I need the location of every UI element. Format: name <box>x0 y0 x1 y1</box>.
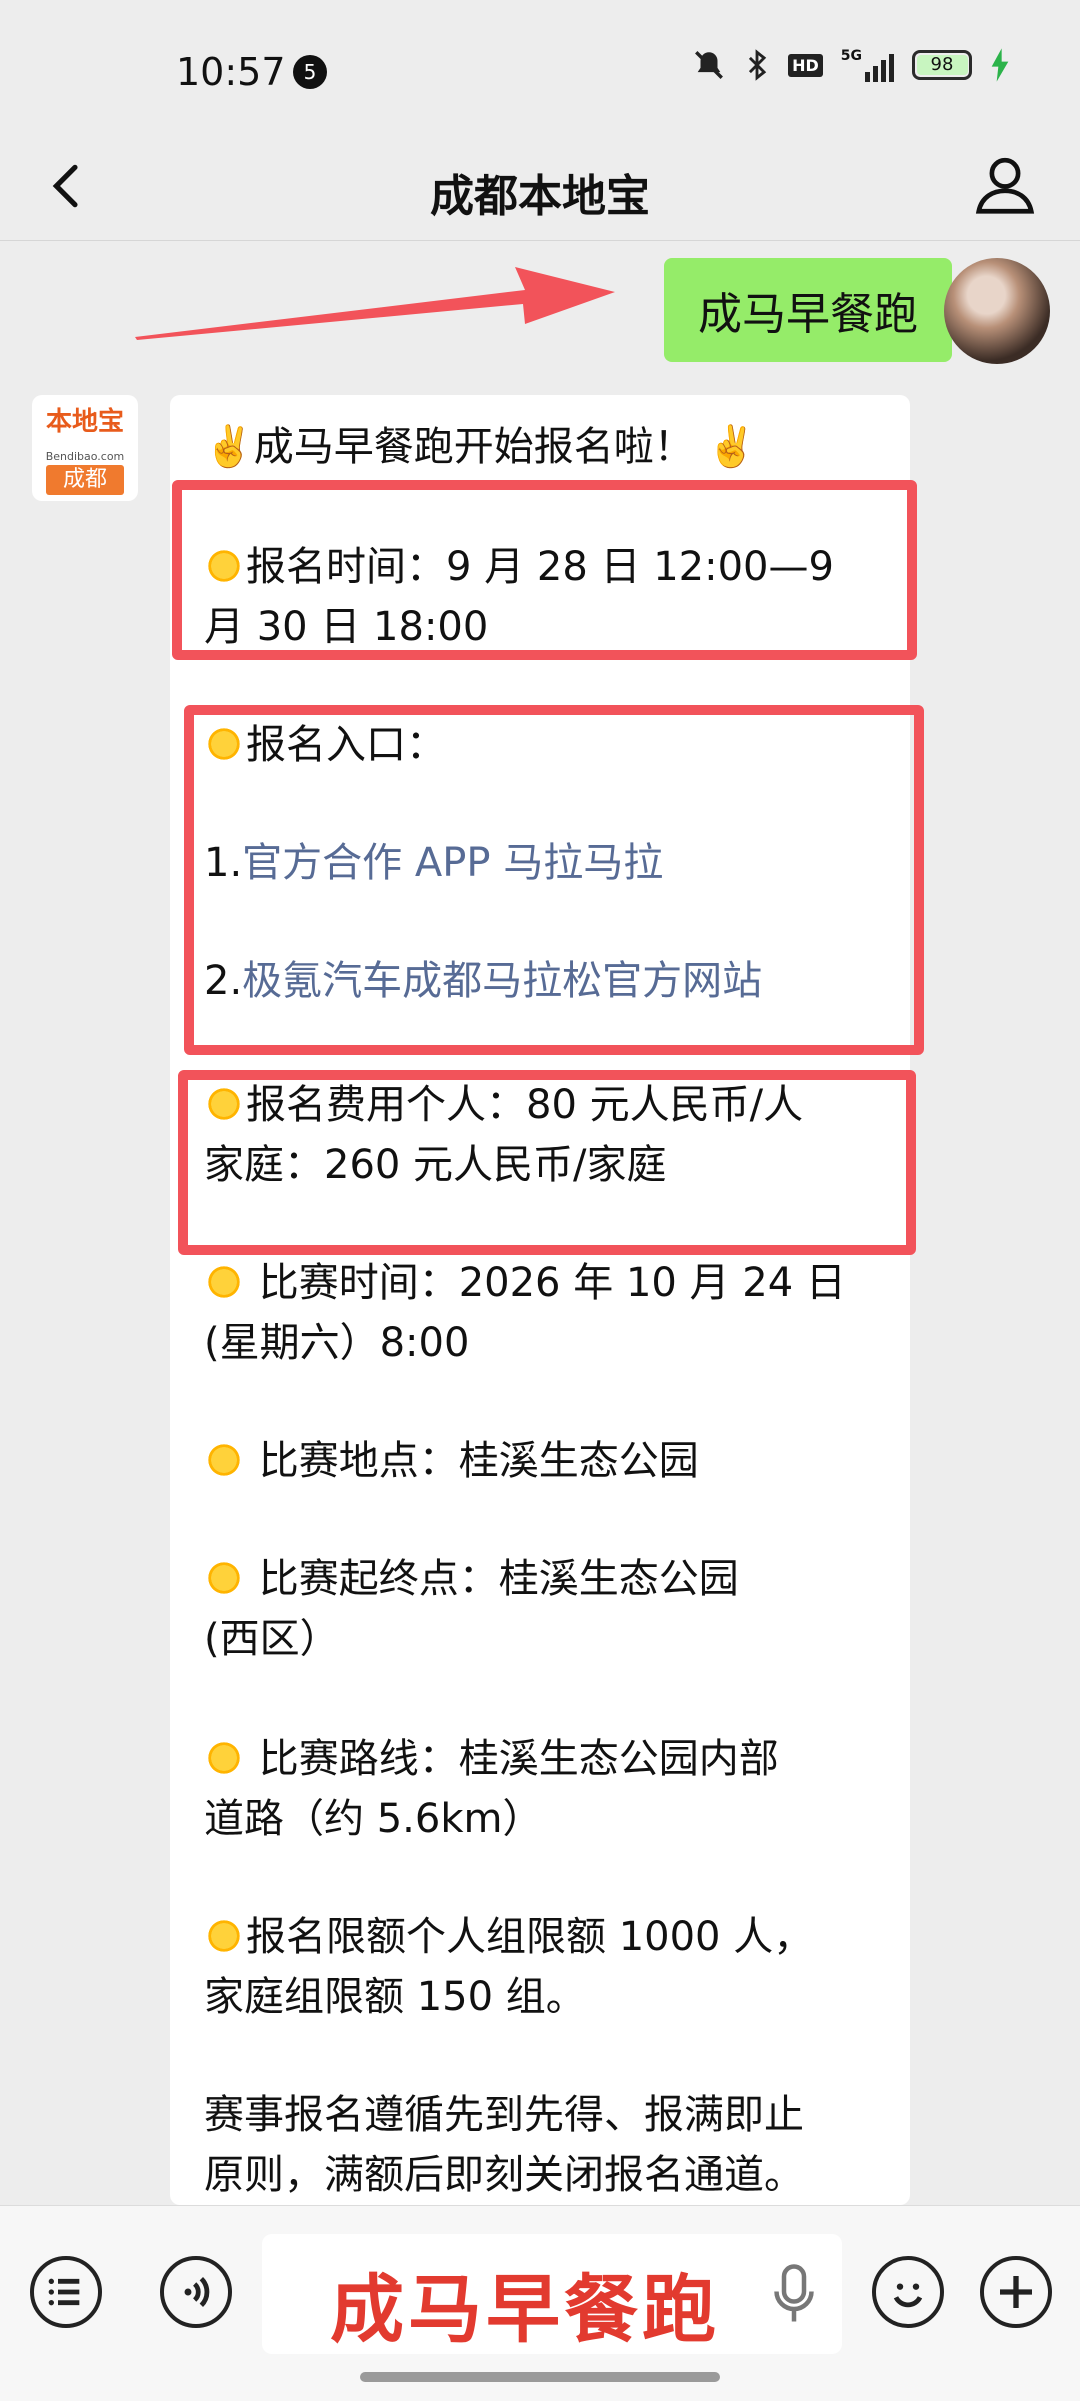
msg-route: 比赛路线：桂溪生态公园内部 <box>204 1729 894 1789</box>
msg-race-time-2: (星期六）8:00 <box>204 1320 470 1366</box>
msg-quota: 报名限额个人组限额 1000 人， <box>204 1907 894 1967</box>
quota-line-1: 报名限额个人组限额 1000 人， <box>246 1914 814 1960</box>
menu-button[interactable] <box>30 2256 102 2328</box>
msg-quota-2: 家庭组限额 150 组。 <box>204 1974 586 2020</box>
voice-wave-icon <box>184 2276 210 2308</box>
msg-race-time: 比赛时间：2026 年 10 月 24 日 <box>204 1253 894 1313</box>
charging-icon <box>991 48 1009 82</box>
msg-start-end-2: (西区） <box>204 1616 340 1662</box>
chat-title: 成都本地宝 <box>430 171 650 222</box>
input-overlay-text: 成马早餐跑 <box>330 2267 720 2353</box>
signal-icon: 5G <box>841 48 894 82</box>
highlight-box-reg-time <box>172 480 917 660</box>
chat-header: 成都本地宝 <box>0 130 1080 241</box>
status-bar: 10:57 5 HD 5G 98 <box>0 0 1080 130</box>
msg-rule-2: 原则，满额后即刻关闭报名通道。 <box>204 2152 804 2198</box>
message-input[interactable]: 成马早餐跑 <box>262 2234 842 2354</box>
status-icons: HD 5G 98 <box>692 48 1010 82</box>
bot-avatar-logo: 本地宝 <box>45 407 124 437</box>
start-end-line-1: 比赛起终点：桂溪生态公园 <box>246 1556 739 1602</box>
plus-icon <box>1000 2276 1032 2308</box>
plus-button[interactable] <box>980 2256 1052 2328</box>
user-message-bubble[interactable]: 成马早餐跑 <box>664 258 968 362</box>
smiley-icon <box>893 2283 923 2308</box>
race-time-line-1: 比赛时间：2026 年 10 月 24 日 <box>246 1260 846 1306</box>
bot-message-bubble[interactable]: ✌️成马早餐跑开始报名啦！ ✌️ 报名时间：9 月 28 日 12:00—9 月… <box>170 395 910 2205</box>
sun-icon <box>204 1558 244 1598</box>
emoji-button[interactable] <box>872 2256 944 2328</box>
highlight-box-fee <box>178 1070 916 1255</box>
route-line-1: 比赛路线：桂溪生态公园内部 <box>246 1736 779 1782</box>
network-label: 5G <box>840 48 862 64</box>
sun-icon <box>204 1738 244 1778</box>
msg-title: ✌️成马早餐跑开始报名啦！ ✌️ <box>204 424 757 470</box>
hd-badge: HD <box>788 53 823 77</box>
bot-avatar-site: Bendibao.com <box>45 450 125 463</box>
sun-icon <box>204 1262 244 1302</box>
highlight-box-entry <box>184 705 924 1055</box>
home-indicator[interactable] <box>360 2372 720 2382</box>
user-avatar[interactable] <box>944 258 1050 364</box>
bot-avatar-city: 成都 <box>46 465 124 495</box>
annotation-arrow <box>135 267 615 340</box>
battery-level: 98 <box>930 54 954 75</box>
user-message-text: 成马早餐跑 <box>698 289 918 340</box>
microphone-icon[interactable] <box>774 2264 814 2324</box>
sun-icon <box>204 1440 244 1480</box>
battery-indicator: 98 <box>912 50 972 80</box>
bluetooth-icon <box>749 49 767 81</box>
msg-start-end: 比赛起终点：桂溪生态公园 <box>204 1549 894 1609</box>
msg-venue: 比赛地点：桂溪生态公园 <box>204 1431 894 1491</box>
mute-bell-icon <box>695 51 724 79</box>
bot-avatar[interactable]: 本地宝 Bendibao.com 成都 <box>32 395 138 501</box>
list-icon <box>48 2278 80 2306</box>
notification-badge: 5 <box>293 55 327 89</box>
profile-icon[interactable] <box>970 150 1040 220</box>
msg-rule: 赛事报名遵循先到先得、报满即止 <box>204 2092 804 2138</box>
voice-button[interactable] <box>160 2256 232 2328</box>
msg-route-2: 道路（约 5.6km） <box>204 1796 543 1842</box>
status-time: 10:57 <box>176 50 286 94</box>
sun-icon <box>204 1916 244 1956</box>
venue-text: 比赛地点：桂溪生态公园 <box>246 1438 699 1484</box>
